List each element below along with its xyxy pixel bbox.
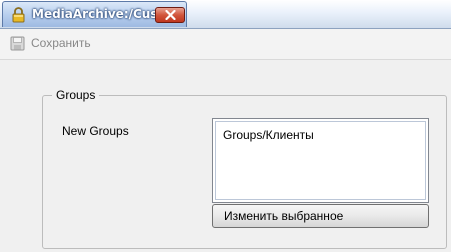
- close-button[interactable]: [155, 7, 185, 23]
- lock-icon: [11, 6, 26, 23]
- new-groups-list[interactable]: Groups/Клиенты: [212, 118, 429, 203]
- save-icon: [10, 36, 25, 51]
- tab-title: MediaArchive:/Cust: [32, 7, 164, 21]
- edit-selected-button[interactable]: Изменить выбранное: [212, 204, 429, 228]
- list-frame: Groups/Клиенты: [215, 121, 426, 200]
- list-item[interactable]: Groups/Клиенты: [223, 128, 314, 142]
- groups-groupbox: Groups New Groups Groups/Клиенты Изменит…: [42, 88, 447, 249]
- toolbar: Сохранить: [0, 29, 451, 60]
- content-area: Groups New Groups Groups/Клиенты Изменит…: [0, 60, 451, 252]
- save-label: Сохранить: [31, 36, 91, 50]
- edit-selected-label: Изменить выбранное: [224, 209, 344, 223]
- close-icon: [165, 10, 176, 20]
- tab-mediaarchive[interactable]: MediaArchive:/Cust: [2, 1, 187, 27]
- tab-strip: MediaArchive:/Cust: [0, 0, 451, 29]
- groupbox-title: Groups: [52, 88, 100, 102]
- new-groups-label: New Groups: [62, 124, 129, 138]
